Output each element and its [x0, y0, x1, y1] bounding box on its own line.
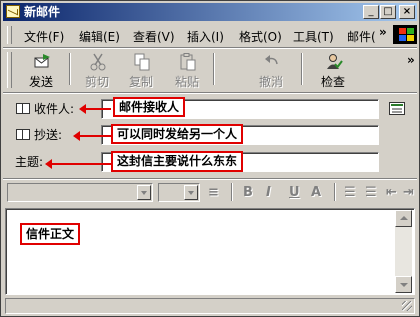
send-icon [34, 54, 50, 68]
address-book-icon[interactable] [16, 129, 30, 140]
cc-label: 抄送: [34, 128, 63, 142]
underline-button[interactable]: U [289, 185, 300, 200]
annotation-arrow [79, 104, 111, 114]
address-book-icon[interactable] [16, 103, 30, 114]
send-button[interactable]: 发送 [21, 51, 61, 89]
windows-logo-icon [393, 25, 417, 44]
numbered-list-icon[interactable]: ☰ [344, 185, 356, 200]
copy-button[interactable]: 复制 [121, 51, 161, 89]
toolbar-grip[interactable] [7, 52, 12, 88]
menu-more-chevron[interactable]: » [379, 25, 387, 39]
scroll-down-button[interactable] [395, 276, 412, 293]
toolbar-separator [213, 53, 215, 85]
format-separator [231, 183, 233, 201]
menu-bar: 文件(F) 编辑(E) 查看(V) 插入(I) 格式(O) 工具(T) 邮件( … [3, 23, 417, 47]
copy-label: 复制 [128, 75, 153, 89]
format-toolbar: ≡ B I U A ☰ ☰ ⇤ ⇥ [3, 181, 417, 205]
address-card-icon[interactable] [389, 102, 405, 115]
menu-grip[interactable] [7, 26, 12, 44]
scroll-up-button[interactable] [395, 210, 412, 227]
bullet-list-icon[interactable]: ☰ [365, 185, 377, 200]
main-toolbar: 发送 剪切 复制 粘贴 撤消 检查 » [3, 49, 417, 91]
cc-annotation: 可以同时发给另一个人 [111, 124, 244, 144]
close-button[interactable]: × [399, 5, 415, 19]
font-size-combo[interactable] [158, 183, 200, 202]
message-body[interactable] [5, 208, 415, 295]
status-bar [5, 298, 415, 314]
undo-label: 撤消 [258, 75, 283, 89]
chevron-down-icon[interactable] [184, 185, 198, 200]
toolbar-separator [69, 53, 71, 85]
paste-icon [180, 53, 196, 71]
cut-button[interactable]: 剪切 [77, 51, 117, 89]
send-label: 发送 [28, 75, 53, 89]
header-separator [3, 178, 417, 180]
cut-label: 剪切 [84, 75, 109, 89]
menu-tools[interactable]: 工具(T) [293, 28, 334, 45]
annotation-arrow [73, 131, 111, 141]
toolbar-separator-bottom [3, 92, 417, 94]
copy-icon [134, 53, 150, 71]
body-annotation: 信件正文 [20, 223, 81, 245]
paragraph-style-icon[interactable]: ≡ [208, 185, 219, 200]
font-color-button[interactable]: A [311, 185, 321, 200]
resize-grip-icon[interactable] [402, 301, 412, 311]
compose-window: 新邮件 _ □ × 文件(F) 编辑(E) 查看(V) 插入(I) 格式(O) … [0, 0, 420, 317]
annotation-arrow [45, 159, 111, 169]
minimize-button[interactable]: _ [363, 5, 379, 19]
undo-icon [265, 55, 278, 65]
check-icon [327, 54, 343, 69]
font-name-combo[interactable] [7, 183, 153, 202]
check-names-button[interactable]: 检查 [313, 51, 353, 89]
toolbar-more-chevron[interactable]: » [407, 53, 415, 67]
menu-message[interactable]: 邮件( [347, 28, 376, 45]
chevron-down-icon[interactable] [137, 185, 151, 200]
undo-button[interactable]: 撤消 [251, 51, 291, 89]
subject-label: 主题: [15, 155, 44, 169]
to-annotation: 邮件接收人 [113, 97, 186, 117]
menu-insert[interactable]: 插入(I) [187, 28, 224, 45]
italic-button[interactable]: I [266, 185, 271, 200]
toolbar-separator [301, 53, 303, 85]
format-separator [334, 183, 336, 201]
menu-format[interactable]: 格式(O) [239, 28, 282, 45]
paste-button[interactable]: 粘贴 [167, 51, 207, 89]
paste-label: 粘贴 [174, 75, 199, 89]
bold-button[interactable]: B [243, 185, 253, 200]
mail-icon [6, 5, 20, 18]
menu-file[interactable]: 文件(F) [24, 28, 64, 45]
increase-indent-icon[interactable]: ⇥ [403, 185, 414, 200]
menu-edit[interactable]: 编辑(E) [79, 28, 120, 45]
check-label: 检查 [320, 75, 345, 89]
decrease-indent-icon[interactable]: ⇤ [386, 185, 397, 200]
title-bar[interactable]: 新邮件 _ □ × [3, 3, 417, 21]
to-label: 收件人: [34, 102, 75, 116]
vertical-scrollbar[interactable] [395, 210, 412, 293]
maximize-button[interactable]: □ [380, 5, 396, 19]
window-title: 新邮件 [24, 5, 61, 19]
subject-annotation: 这封信主要说什么东东 [111, 151, 244, 172]
menu-view[interactable]: 查看(V) [133, 28, 175, 45]
cut-icon [90, 53, 106, 71]
